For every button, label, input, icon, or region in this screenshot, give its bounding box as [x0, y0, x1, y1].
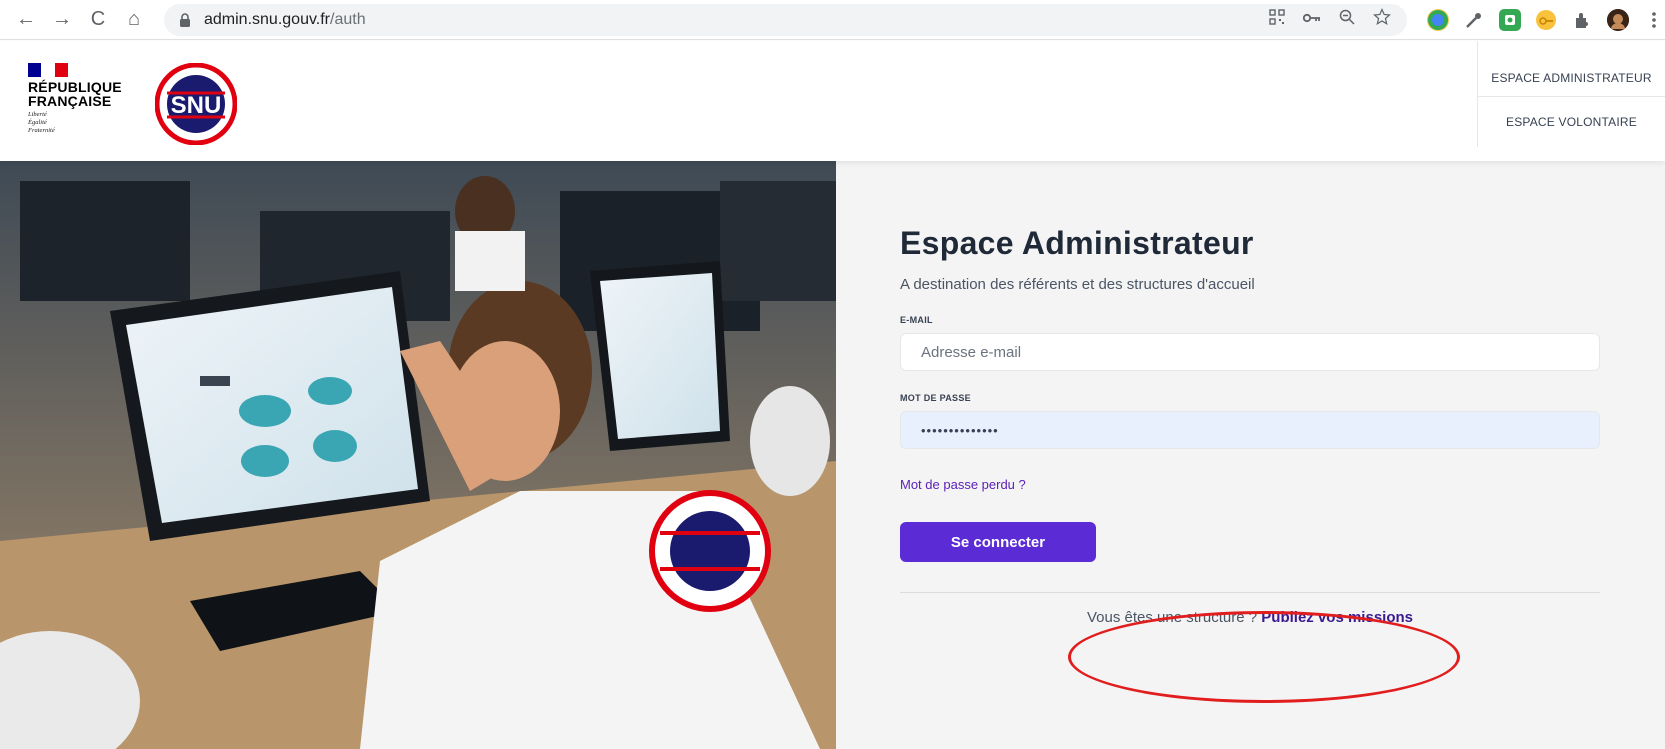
extension-icon[interactable]	[1571, 9, 1593, 31]
republic-name-line2: FRANÇAISE	[28, 93, 112, 109]
motto-liberte: Liberté	[28, 111, 47, 118]
extension-globe-icon[interactable]	[1427, 8, 1449, 31]
snu-logo-text: SNU	[171, 92, 222, 119]
extension-green-icon[interactable]	[1499, 8, 1521, 31]
page-title: Espace Administrateur	[900, 225, 1254, 261]
motto-egalite: Égalité	[28, 119, 47, 126]
hero-photo	[0, 161, 836, 749]
email-label: E-MAIL	[900, 315, 933, 325]
page-subtitle: A destination des référents et des struc…	[900, 276, 1255, 293]
nav-espace-administrateur[interactable]: ESPACE ADMINISTRATEUR	[1478, 41, 1665, 97]
password-label: MOT DE PASSE	[900, 393, 971, 403]
address-bar[interactable]: admin.snu.gouv.fr/auth	[164, 3, 1407, 36]
url-host: admin.snu.gouv.fr	[204, 10, 330, 28]
structure-cta: Vous êtes une structure ? Publiez vos mi…	[900, 609, 1600, 626]
back-arrow-icon[interactable]: ←	[10, 4, 42, 36]
login-button[interactable]: Se connecter	[900, 522, 1096, 562]
extension-yellow-icon[interactable]	[1535, 9, 1557, 31]
snu-logo[interactable]: SNU	[154, 62, 238, 146]
key-icon[interactable]	[1302, 11, 1321, 29]
forward-arrow-icon[interactable]: →	[46, 4, 78, 36]
forgot-password-link[interactable]: Mot de passe perdu ?	[900, 477, 1026, 492]
browser-nav: ← → C ⌂	[10, 4, 150, 36]
site-header: RÉPUBLIQUE FRANÇAISE Liberté Égalité Fra…	[0, 41, 1665, 161]
qr-icon[interactable]	[1269, 9, 1285, 30]
french-flag	[28, 63, 68, 77]
divider	[900, 592, 1600, 593]
email-field[interactable]	[900, 333, 1600, 371]
zoom-icon[interactable]	[1339, 9, 1355, 30]
login-form: Espace Administrateur A destination des …	[900, 225, 1600, 626]
republic-name-line1: RÉPUBLIQUE	[28, 79, 122, 95]
kebab-menu-icon[interactable]	[1643, 9, 1665, 31]
password-field[interactable]	[900, 411, 1600, 449]
reload-icon[interactable]: C	[82, 4, 114, 36]
profile-avatar[interactable]	[1607, 8, 1629, 31]
republique-francaise-logo[interactable]: RÉPUBLIQUE FRANÇAISE Liberté Égalité Fra…	[28, 63, 122, 135]
structure-text: Vous êtes une structure ?	[1087, 609, 1262, 626]
eyedropper-icon[interactable]	[1463, 9, 1485, 31]
home-icon[interactable]: ⌂	[118, 4, 150, 36]
star-icon[interactable]	[1373, 8, 1391, 31]
publish-missions-link[interactable]: Publiez vos missions	[1261, 609, 1413, 626]
lock-icon[interactable]	[178, 12, 192, 27]
motto-fraternite: Fraternité	[28, 127, 55, 134]
url-path: /auth	[330, 10, 366, 28]
browser-toolbar: ← → C ⌂ admin.snu.gouv.fr/auth	[0, 0, 1665, 40]
header-nav: ESPACE ADMINISTRATEUR ESPACE VOLONTAIRE	[1477, 41, 1665, 147]
login-panel: Espace Administrateur A destination des …	[836, 161, 1665, 749]
nav-espace-volontaire[interactable]: ESPACE VOLONTAIRE	[1478, 97, 1665, 129]
extensions-bar	[1427, 8, 1665, 31]
